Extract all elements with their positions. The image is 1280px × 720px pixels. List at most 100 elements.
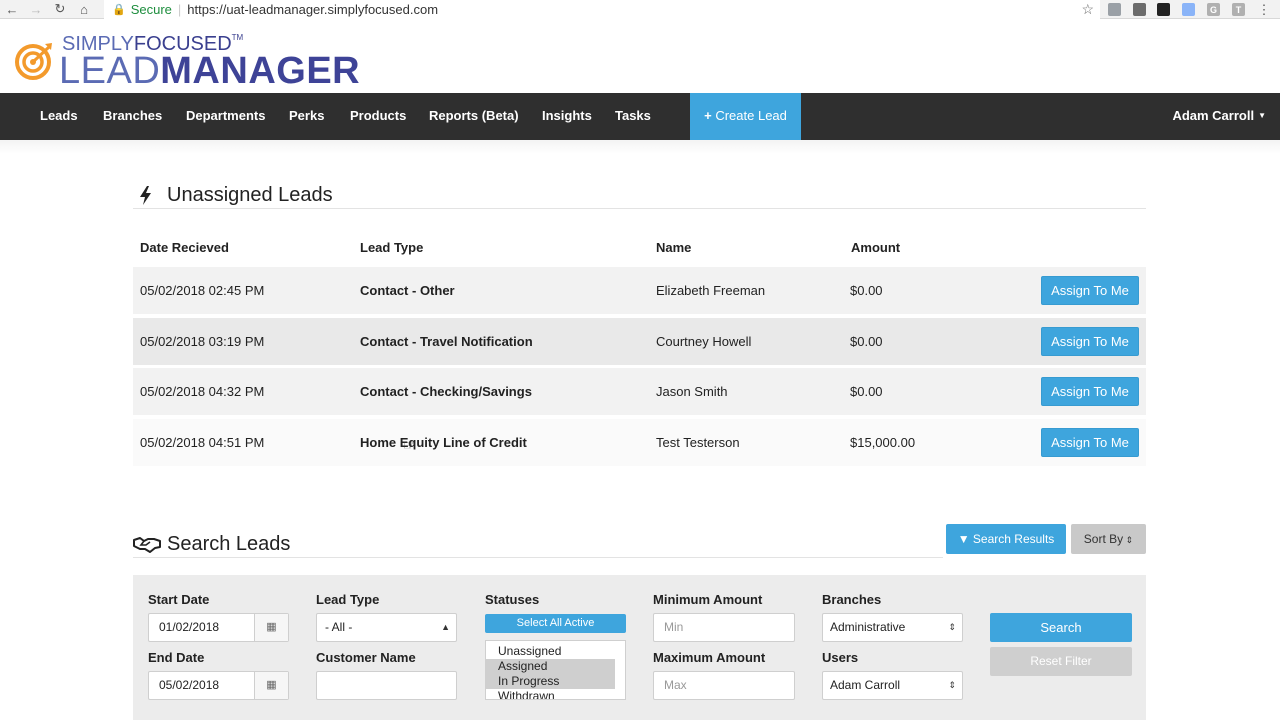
start-date-label: Start Date: [148, 592, 210, 607]
nav-reports[interactable]: Reports (Beta): [429, 93, 519, 140]
users-label: Users: [822, 650, 859, 665]
nav-tasks[interactable]: Tasks: [615, 93, 651, 140]
search-results-button[interactable]: ▼ Search Results: [946, 524, 1066, 554]
minimum-amount-label: Minimum Amount: [653, 592, 763, 607]
back-arrow-icon[interactable]: ←: [0, 0, 24, 19]
plus-icon: +: [704, 108, 716, 123]
users-value: Adam Carroll: [830, 678, 901, 692]
assign-to-me-button[interactable]: Assign To Me: [1041, 327, 1139, 356]
start-date-input[interactable]: 01/02/2018 ▦: [148, 613, 289, 642]
assign-to-me-button[interactable]: Assign To Me: [1041, 428, 1139, 457]
section-divider: [133, 557, 943, 558]
status-option[interactable]: Assigned: [486, 659, 615, 674]
unassigned-leads-title: Unassigned Leads: [167, 184, 333, 206]
ext-1-icon[interactable]: [1108, 3, 1121, 16]
mouse-pointer-icon: ☞: [403, 437, 416, 453]
search-leads-title: Search Leads: [167, 533, 291, 555]
sort-by-label: Sort By: [1083, 532, 1124, 546]
ext-3-icon[interactable]: [1157, 3, 1170, 16]
end-date-label: End Date: [148, 650, 205, 665]
calendar-icon[interactable]: ▦: [254, 672, 288, 699]
branches-select[interactable]: Administrative ⇕: [822, 613, 963, 642]
nav-products[interactable]: Products: [350, 93, 406, 140]
lead-type-value: - All -: [325, 620, 353, 634]
minimum-amount-input[interactable]: Min: [653, 613, 795, 642]
end-date-input[interactable]: 05/02/2018 ▦: [148, 671, 289, 700]
row-date: 05/02/2018 04:32 PM: [140, 384, 265, 399]
address-separator: |: [177, 2, 182, 17]
statuses-label: Statuses: [485, 592, 540, 607]
row-amount: $0.00: [850, 384, 883, 399]
ext-4-icon[interactable]: [1182, 3, 1195, 16]
ext-6-icon[interactable]: T: [1232, 3, 1245, 16]
page-shadow: [0, 140, 1280, 154]
status-option[interactable]: Withdrawn: [486, 689, 625, 699]
col-name: Name: [656, 240, 692, 255]
end-date-value: 05/02/2018: [159, 678, 220, 692]
assign-to-me-button[interactable]: Assign To Me: [1041, 377, 1139, 406]
maximum-amount-label: Maximum Amount: [653, 650, 766, 665]
row-name: Courtney Howell: [656, 334, 752, 349]
sort-by-button[interactable]: Sort By ⇕: [1071, 524, 1146, 554]
row-lead-type: Contact - Travel Notification: [360, 334, 533, 349]
row-amount: $0.00: [850, 334, 883, 349]
sort-icon: ⇕: [1123, 535, 1134, 545]
maximum-amount-input[interactable]: Max: [653, 671, 795, 700]
row-lead-type: Contact - Checking/Savings: [360, 384, 532, 399]
caret-down-icon: ▼: [1258, 111, 1266, 120]
forward-arrow-icon[interactable]: →: [24, 0, 48, 19]
logo-wordmark: LEADMANAGER: [59, 50, 361, 92]
customer-name-input[interactable]: [316, 671, 457, 700]
status-option[interactable]: In Progress: [486, 674, 615, 689]
col-lead-type: Lead Type: [360, 240, 424, 255]
lead-type-label: Lead Type: [316, 592, 380, 607]
row-name: Elizabeth Freeman: [656, 283, 766, 298]
branches-label: Branches: [822, 592, 882, 607]
user-menu[interactable]: Adam Carroll ▼: [1172, 93, 1266, 140]
select-all-active-button[interactable]: Select All Active: [485, 614, 626, 633]
row-lead-type: Home Equity Line of Credit: [360, 435, 527, 450]
nav-leads[interactable]: Leads: [40, 93, 78, 140]
ext-5-icon[interactable]: G: [1207, 3, 1220, 16]
select-caret-icon: ⇕: [948, 622, 956, 632]
row-lead-type: Contact - Other: [360, 283, 455, 298]
bookmark-star-icon[interactable]: ☆: [1081, 1, 1094, 18]
reload-icon[interactable]: ↻: [48, 0, 72, 19]
assign-to-me-button[interactable]: Assign To Me: [1041, 276, 1139, 305]
nav-departments[interactable]: Departments: [186, 93, 265, 140]
statuses-listbox[interactable]: Unassigned Assigned In Progress Withdraw…: [485, 640, 626, 700]
home-icon[interactable]: ⌂: [72, 0, 96, 19]
branches-value: Administrative: [830, 620, 906, 634]
secure-label: Secure: [130, 2, 172, 17]
row-date: 05/02/2018 04:51 PM: [140, 435, 265, 450]
row-amount: $15,000.00: [850, 435, 916, 450]
create-lead-label: Create Lead: [715, 108, 787, 123]
col-amount: Amount: [851, 240, 901, 255]
lightning-bolt-icon: [140, 186, 151, 205]
row-date: 05/02/2018 02:45 PM: [140, 283, 265, 298]
browser-menu-icon[interactable]: ⋮: [1252, 0, 1276, 19]
app-logo[interactable]: SIMPLYFOCUSEDTM LEADMANAGER: [15, 33, 360, 92]
users-select[interactable]: Adam Carroll ⇕: [822, 671, 963, 700]
main-navbar: Leads Branches Departments Perks Product…: [0, 93, 1280, 140]
status-option[interactable]: Unassigned: [486, 644, 625, 659]
section-divider: [133, 208, 1146, 209]
handshake-icon: [133, 537, 161, 553]
nav-insights[interactable]: Insights: [542, 93, 592, 140]
reset-filter-button[interactable]: Reset Filter: [990, 647, 1132, 676]
browser-toolbar: ← → ↻ ⌂ 🔒 Secure | https://uat-leadmanag…: [0, 0, 1280, 19]
table-row: 05/02/2018 03:19 PM Contact - Travel Not…: [133, 318, 1146, 365]
col-date-received: Date Recieved: [140, 240, 229, 255]
lead-type-select[interactable]: - All - ▲︎: [316, 613, 457, 642]
nav-perks[interactable]: Perks: [289, 93, 324, 140]
address-bar[interactable]: 🔒 Secure | https://uat-leadmanager.simpl…: [104, 0, 1100, 19]
start-date-value: 01/02/2018: [159, 620, 220, 634]
select-caret-icon: ⇕: [948, 680, 956, 690]
calendar-icon[interactable]: ▦: [254, 614, 288, 641]
search-button[interactable]: Search: [990, 613, 1132, 642]
row-name: Test Testerson: [656, 435, 740, 450]
table-row: 05/02/2018 02:45 PM Contact - Other Eliz…: [133, 267, 1146, 314]
nav-branches[interactable]: Branches: [103, 93, 162, 140]
create-lead-button[interactable]: + Create Lead: [690, 93, 801, 140]
ext-2-icon[interactable]: [1133, 3, 1146, 16]
